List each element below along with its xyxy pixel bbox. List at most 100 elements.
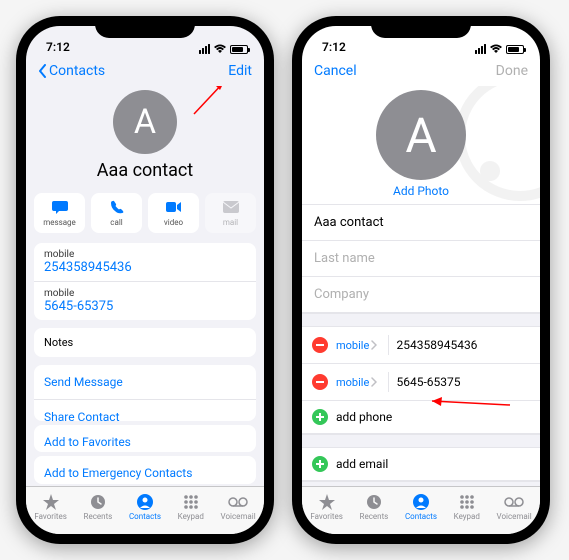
plus-icon: [312, 456, 328, 472]
avatar-section: A Aaa contact: [26, 86, 264, 187]
call-button[interactable]: call: [91, 193, 142, 233]
battery-icon: [506, 45, 524, 54]
message-icon: [52, 199, 68, 215]
phone-label: mobile: [44, 288, 246, 299]
add-favorites-link[interactable]: Add to Favorites: [34, 425, 256, 453]
phone-entry[interactable]: mobile 254358945436: [34, 243, 256, 282]
battery-icon: [230, 45, 248, 54]
share-contact-link[interactable]: Share Contact: [34, 400, 256, 421]
phone-type-button[interactable]: mobile: [336, 339, 380, 352]
tab-label: Voicemail: [221, 512, 256, 521]
cancel-label: Cancel: [314, 63, 357, 79]
tab-contacts[interactable]: Contacts: [405, 493, 437, 521]
message-label: message: [43, 218, 76, 227]
keypad-icon: [181, 493, 201, 511]
phone-type-label: mobile: [336, 339, 369, 352]
screen-contact-edit: 7:12 Cancel Done A Add Photo Aaa contact…: [302, 26, 540, 534]
tab-label: Keypad: [178, 512, 204, 521]
avatar-circle[interactable]: A: [376, 90, 466, 180]
avatar-circle[interactable]: A: [113, 90, 177, 154]
keypad-icon: [457, 493, 477, 511]
cancel-button[interactable]: Cancel: [314, 63, 357, 79]
phone-frame-edit: 7:12 Cancel Done A Add Photo Aaa contact…: [292, 16, 550, 544]
phone-value: 254358945436: [44, 260, 246, 275]
phone-entry[interactable]: mobile 5645-65375: [34, 282, 256, 320]
video-icon: [166, 199, 182, 215]
voicemail-icon: [504, 493, 524, 511]
edit-content: A Add Photo Aaa contact Last name Compan…: [302, 86, 540, 486]
tab-label: Recents: [84, 512, 113, 521]
screen-contact-view: 7:12 Contacts Edit A Aaa contact: [26, 26, 264, 534]
back-label: Contacts: [49, 63, 105, 79]
message-button[interactable]: message: [34, 193, 85, 233]
avatar-letter: A: [134, 102, 156, 142]
phone-type-label: mobile: [336, 376, 369, 389]
remove-phone-button[interactable]: [312, 374, 328, 390]
tab-favorites[interactable]: Favorites: [310, 493, 343, 521]
video-label: video: [164, 218, 183, 227]
status-indicators: [199, 44, 248, 54]
star-icon: [41, 493, 61, 511]
tab-recents[interactable]: Recents: [360, 493, 389, 521]
call-label: call: [110, 218, 122, 227]
phone-value: 5645-65375: [44, 299, 246, 314]
phone-icon: [109, 199, 125, 215]
avatar-letter: A: [405, 107, 436, 164]
emergency-block: Add to Emergency Contacts: [34, 456, 256, 484]
tab-contacts[interactable]: Contacts: [129, 493, 161, 521]
chevron-right-icon: [371, 377, 377, 387]
status-time: 7:12: [46, 40, 70, 54]
chevron-left-icon: [38, 64, 47, 78]
video-button[interactable]: video: [148, 193, 199, 233]
company-field[interactable]: Company: [302, 277, 540, 313]
wifi-icon: [214, 44, 226, 54]
edit-button[interactable]: Edit: [228, 63, 252, 79]
phone-list: mobile 254358945436 mobile 5645-65375: [34, 243, 256, 320]
nav-bar: Cancel Done: [302, 56, 540, 86]
tab-voicemail[interactable]: Voicemail: [221, 493, 256, 521]
avatar-section: A Add Photo: [302, 86, 540, 204]
phone-number-field[interactable]: 254358945436: [397, 338, 478, 352]
phone-label: mobile: [44, 249, 246, 260]
remove-phone-button[interactable]: [312, 337, 328, 353]
favorites-block: Add to Favorites: [34, 425, 256, 453]
back-button[interactable]: Contacts: [38, 63, 105, 79]
tab-label: Recents: [360, 512, 389, 521]
phone-edit-row: mobile 254358945436: [302, 327, 540, 364]
add-photo-button[interactable]: Add Photo: [393, 184, 449, 198]
voicemail-icon: [228, 493, 248, 511]
phone-number-field[interactable]: 5645-65375: [397, 375, 461, 389]
tab-label: Contacts: [129, 512, 161, 521]
add-email-row[interactable]: add email: [302, 448, 540, 481]
add-phone-row[interactable]: add phone: [302, 401, 540, 434]
phone-edit-row: mobile 5645-65375: [302, 364, 540, 401]
notes-label: Notes: [34, 328, 256, 357]
notes-block[interactable]: Notes: [34, 328, 256, 357]
clock-icon: [364, 493, 384, 511]
tab-label: Favorites: [310, 512, 343, 521]
content-area: A Aaa contact message call video: [26, 86, 264, 486]
add-phone-label: add phone: [336, 410, 392, 424]
star-icon: [317, 493, 337, 511]
phone-type-button[interactable]: mobile: [336, 376, 380, 389]
status-indicators: [475, 44, 524, 54]
nav-bar: Contacts Edit: [26, 56, 264, 86]
tab-voicemail[interactable]: Voicemail: [497, 493, 532, 521]
tab-recents[interactable]: Recents: [84, 493, 113, 521]
send-message-link[interactable]: Send Message: [34, 365, 256, 400]
phone-frame-view: 7:12 Contacts Edit A Aaa contact: [16, 16, 274, 544]
status-time: 7:12: [322, 40, 346, 54]
last-name-field[interactable]: Last name: [302, 241, 540, 277]
add-email-label: add email: [336, 457, 388, 471]
actions-block: Send Message Share Contact: [34, 365, 256, 421]
tab-keypad[interactable]: Keypad: [454, 493, 480, 521]
add-emergency-link[interactable]: Add to Emergency Contacts: [34, 456, 256, 484]
wifi-icon: [490, 44, 502, 54]
done-button[interactable]: Done: [496, 63, 528, 79]
person-icon: [135, 493, 155, 511]
clock-icon: [88, 493, 108, 511]
tab-label: Favorites: [34, 512, 67, 521]
signal-icon: [199, 44, 210, 54]
tab-keypad[interactable]: Keypad: [178, 493, 204, 521]
tab-favorites[interactable]: Favorites: [34, 493, 67, 521]
